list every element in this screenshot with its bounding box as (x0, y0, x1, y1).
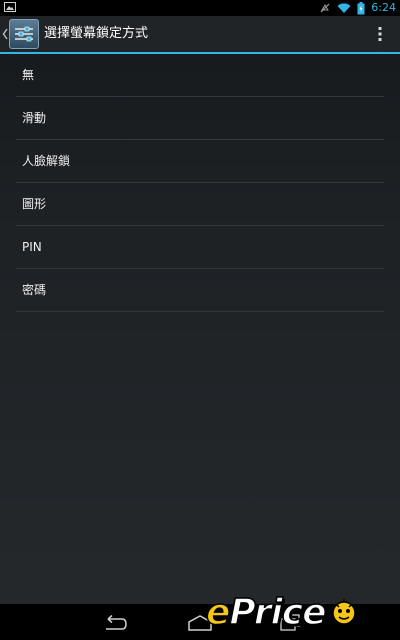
settings-icon[interactable] (9, 19, 39, 49)
page-title: 選擇螢幕鎖定方式 (44, 26, 149, 41)
wifi-icon (337, 3, 351, 13)
eprice-watermark: ePrice (205, 588, 360, 636)
battery-charging-icon (357, 1, 365, 14)
watermark-text: ePrice (205, 591, 328, 634)
lock-options-list: 無 滑動 人臉解鎖 圖形 PIN 密碼 (16, 54, 384, 312)
overflow-menu-icon[interactable] (370, 24, 390, 44)
status-time: 6:24 (371, 1, 396, 14)
lock-option-password[interactable]: 密碼 (16, 269, 384, 312)
lock-option-none[interactable]: 無 (16, 54, 384, 97)
notification-muted-icon (320, 3, 330, 13)
watermark-e: e (205, 591, 231, 634)
action-bar: 選擇螢幕鎖定方式 (0, 16, 400, 54)
lock-option-pattern[interactable]: 圖形 (16, 183, 384, 226)
status-bar: 6:24 (0, 0, 400, 16)
screenshot-icon (4, 2, 16, 12)
chevron-left-icon[interactable] (1, 24, 9, 44)
watermark-rest: Price (229, 591, 328, 634)
status-icons: 6:24 (319, 0, 396, 16)
back-icon[interactable] (100, 614, 128, 632)
lock-option-slide[interactable]: 滑動 (16, 97, 384, 140)
screen: 6:24 選擇螢幕鎖定方式 無 滑動 人臉解鎖 圖形 PIN 密碼 ePrice (0, 0, 400, 640)
mascot-logo-icon (331, 599, 356, 625)
lock-option-face-unlock[interactable]: 人臉解鎖 (16, 140, 384, 183)
lock-option-pin[interactable]: PIN (16, 226, 384, 269)
